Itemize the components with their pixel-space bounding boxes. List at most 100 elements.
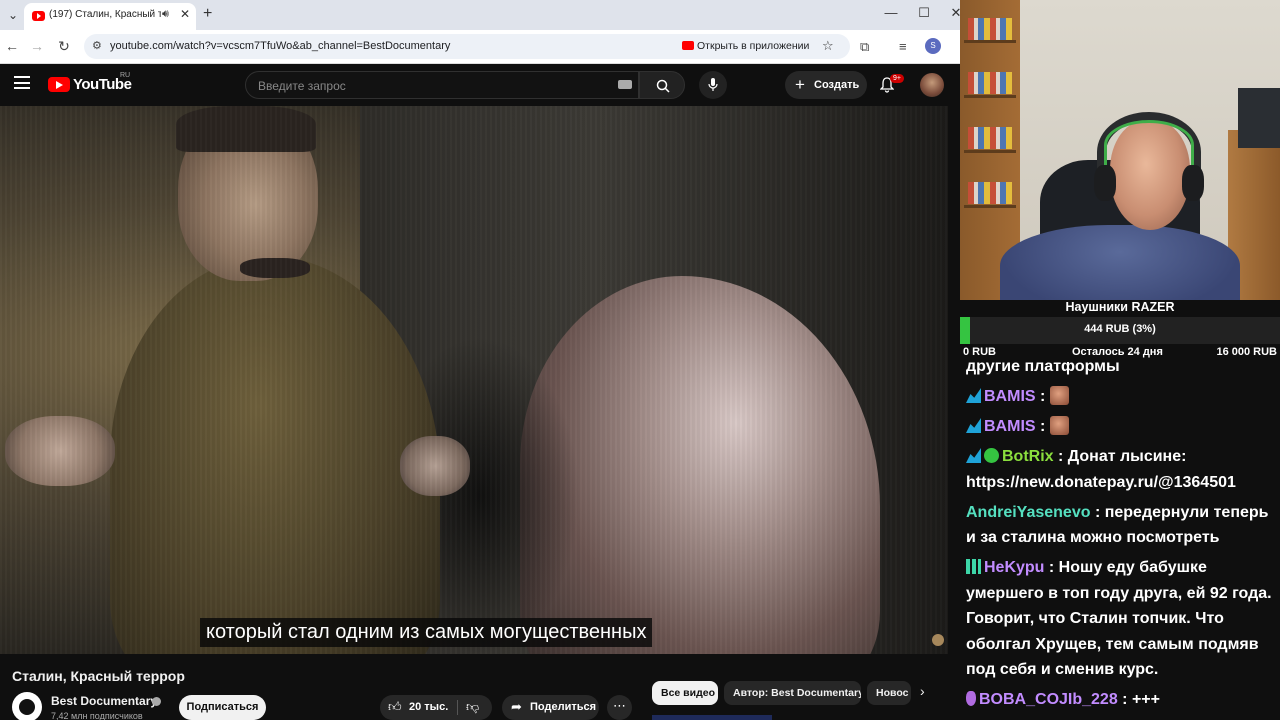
goal-max: 16 000 RUB bbox=[1216, 346, 1277, 358]
share-button[interactable]: ➦ Поделиться bbox=[502, 695, 599, 720]
chat-username[interactable]: HeKypu bbox=[984, 559, 1044, 576]
tab-search-icon[interactable]: ⌄ bbox=[4, 6, 22, 24]
like-count[interactable]: 20 тыс. bbox=[409, 701, 448, 713]
profile-avatar[interactable]: S bbox=[925, 38, 941, 54]
share-label: Поделиться bbox=[530, 701, 597, 713]
thumbs-down-icon[interactable]: 👎︎ bbox=[466, 699, 479, 715]
thumbs-up-icon[interactable]: 👍︎ bbox=[388, 699, 402, 715]
video-film-grain bbox=[0, 106, 948, 654]
chat-text: другие платформы bbox=[966, 362, 1120, 375]
shelf-items bbox=[968, 127, 1012, 149]
reload-icon[interactable]: ↻ bbox=[56, 38, 72, 55]
bookmark-star-icon[interactable]: ☆ bbox=[822, 38, 834, 54]
verified-icon bbox=[152, 697, 161, 706]
shelf-board bbox=[964, 205, 1016, 208]
chat-message: AndreiYasenevo : передернули теперь и за… bbox=[966, 503, 1269, 547]
chip-by-author[interactable]: Автор: Best Documentary bbox=[724, 681, 861, 705]
speaker-icon[interactable]: 🔊︎ bbox=[162, 8, 169, 21]
headset-accent bbox=[1104, 120, 1194, 170]
twitch-badge-icon bbox=[966, 418, 981, 433]
video-title: Сталин, Красный террор bbox=[12, 668, 185, 684]
search-icon bbox=[656, 79, 670, 93]
chat-message: BOBA_COJIb_228 : +++ bbox=[966, 687, 1280, 713]
chat-message: BotRix : Донат лысине: https://new.donat… bbox=[966, 448, 1236, 491]
extensions-icon[interactable]: ⧉ bbox=[860, 39, 869, 55]
stream-chat[interactable]: другие платформы BAMIS : BAMIS : BotRix … bbox=[960, 362, 1280, 720]
goal-remaining: Осталось 24 дня bbox=[1072, 346, 1163, 358]
goal-title: Наушники RAZER bbox=[1065, 300, 1175, 314]
webcam-monitor bbox=[1238, 88, 1280, 148]
chat-username[interactable]: BAMIS bbox=[984, 418, 1036, 435]
shelf-items bbox=[968, 18, 1012, 40]
menu-icon[interactable] bbox=[14, 76, 30, 89]
channel-watermark-icon[interactable] bbox=[932, 634, 944, 646]
headset-earcup bbox=[1182, 165, 1204, 201]
tab-close-icon[interactable]: ✕ bbox=[180, 7, 190, 21]
channel-avatar[interactable] bbox=[12, 692, 42, 720]
youtube-logo-icon[interactable] bbox=[48, 77, 70, 92]
chat-message: BAMIS : bbox=[966, 414, 1280, 440]
chip-all-videos[interactable]: Все видео bbox=[652, 681, 718, 705]
create-label: Создать bbox=[814, 79, 860, 91]
site-info-icon[interactable]: ⚙ bbox=[92, 39, 102, 52]
goal-min: 0 RUB bbox=[963, 346, 997, 358]
back-icon[interactable]: ← bbox=[4, 38, 20, 54]
divider bbox=[457, 700, 458, 715]
forward-icon[interactable]: → bbox=[29, 38, 45, 54]
chevron-right-icon[interactable]: › bbox=[920, 683, 925, 699]
video-subtitle: который стал одним из самых могущественн… bbox=[200, 618, 653, 647]
voice-search-button[interactable] bbox=[699, 71, 727, 99]
more-actions-icon[interactable]: ⋯ bbox=[607, 695, 632, 720]
chip-new[interactable]: Новос bbox=[867, 681, 911, 705]
minimize-icon[interactable]: — bbox=[881, 5, 901, 20]
headset-earcup bbox=[1094, 165, 1116, 201]
chat-username[interactable]: BOBA_COJIb_228 bbox=[979, 691, 1118, 708]
twitch-badge-icon bbox=[966, 388, 981, 403]
search-box bbox=[245, 71, 639, 99]
shelf-board bbox=[964, 150, 1016, 153]
plus-icon: + bbox=[795, 75, 805, 94]
search-button[interactable] bbox=[639, 71, 685, 99]
search-input[interactable] bbox=[258, 77, 598, 94]
subscribe-button[interactable]: Подписаться bbox=[179, 695, 266, 720]
goal-progress-bar: 444 RUB (3%) bbox=[960, 317, 1280, 344]
browser-toolbar: ← → ↻ ⚙ youtube.com/watch?v=vcscm7TfuWo&… bbox=[0, 30, 960, 64]
maximize-icon[interactable]: ☐ bbox=[914, 5, 934, 21]
keyboard-icon[interactable] bbox=[618, 80, 632, 89]
goal-value: 444 RUB (3%) bbox=[1084, 323, 1156, 335]
region-code: RU bbox=[120, 72, 131, 79]
platform-badge-icon bbox=[966, 559, 981, 574]
channel-name[interactable]: Best Documentary bbox=[51, 694, 157, 708]
url-text[interactable]: youtube.com/watch?v=vcscm7TfuWo&ab_chann… bbox=[110, 40, 450, 52]
new-tab-icon[interactable]: + bbox=[203, 5, 212, 23]
browser-tab[interactable]: (197) Сталин, Красный терр 🔊︎ ✕ bbox=[24, 3, 196, 30]
youtube-header: YouTube RU + Создать 9+ bbox=[0, 64, 960, 106]
microphone-badge-icon bbox=[966, 691, 976, 706]
reading-list-icon[interactable]: ≡ bbox=[899, 39, 907, 54]
chat-text: Ношу еду бабушке умершего в топ году дру… bbox=[966, 559, 1272, 678]
shelf-items bbox=[968, 182, 1012, 204]
emote-icon bbox=[1049, 416, 1069, 435]
create-button[interactable]: + Создать bbox=[785, 71, 867, 99]
microphone-icon bbox=[708, 78, 718, 91]
notification-count-badge: 9+ bbox=[890, 74, 904, 83]
twitch-badge-icon bbox=[966, 448, 981, 463]
share-icon: ➦ bbox=[511, 699, 522, 714]
youtube-favicon-icon bbox=[32, 11, 45, 21]
chat-username[interactable]: BAMIS bbox=[984, 388, 1036, 405]
chat-message: BAMIS : bbox=[966, 384, 1280, 410]
tab-title: (197) Сталин, Красный терр bbox=[49, 9, 161, 20]
recommended-video-thumbnail[interactable] bbox=[652, 715, 772, 720]
donation-goal: Наушники RAZER 444 RUB (3%) 0 RUB Остало… bbox=[960, 300, 1280, 362]
chat-username[interactable]: AndreiYasenevo bbox=[966, 504, 1091, 521]
open-in-app-button[interactable]: Открыть в приложении bbox=[682, 40, 809, 52]
address-bar[interactable]: ⚙ youtube.com/watch?v=vcscm7TfuWo&ab_cha… bbox=[84, 34, 850, 59]
youtube-mini-icon bbox=[682, 41, 694, 50]
video-player[interactable]: который стал одним из самых могущественн… bbox=[0, 106, 948, 654]
chat-message: другие платформы bbox=[966, 362, 1280, 380]
emote-icon bbox=[1049, 386, 1069, 405]
shelf-items bbox=[968, 72, 1012, 94]
chat-username[interactable]: BotRix bbox=[1002, 448, 1054, 465]
like-dislike-group: 👍︎ 20 тыс. 👎︎ bbox=[380, 695, 492, 720]
account-avatar[interactable] bbox=[920, 73, 944, 97]
